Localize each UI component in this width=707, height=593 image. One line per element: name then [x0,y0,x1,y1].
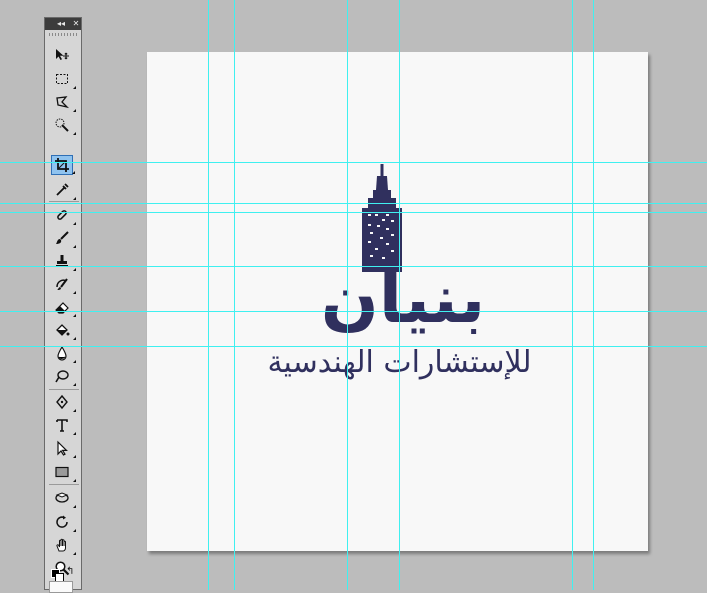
type-tool-icon [56,419,68,432]
brush-tool-icon [56,231,69,244]
dodge-tool-icon [55,370,69,383]
paint-bucket-tool-icon [56,324,70,336]
eyedropper-tool[interactable] [51,180,76,200]
paint-bucket-tool[interactable] [51,320,76,340]
swap-colors-icon[interactable]: ↰ [66,566,74,577]
horizontal-guide[interactable] [0,203,707,204]
lasso-tool-icon [56,96,70,109]
path-selection-tool-icon [57,440,68,456]
tools-separator [49,484,79,485]
rectangular-marquee-tool-icon [56,74,68,84]
tools-panel: ◂◂ ✕ ↰ [44,17,82,593]
quick-selection-tool[interactable] [51,115,76,135]
vertical-guide[interactable] [399,0,400,590]
vertical-guide[interactable] [208,0,209,590]
collapse-panel-icon[interactable]: ◂◂ [56,18,66,30]
eraser-tool[interactable] [51,297,76,317]
hand-tool-icon [56,538,66,552]
crop-tool-icon [55,158,69,172]
lasso-tool[interactable] [51,92,76,112]
quick-selection-tool-icon [55,118,69,132]
horizontal-guide[interactable] [0,212,707,213]
history-brush-tool[interactable] [51,274,76,294]
3d-rotate-tool[interactable] [51,488,76,508]
rectangle-shape-tool[interactable] [51,462,76,482]
spot-healing-brush-tool-icon [57,210,67,220]
3d-orbit-tool[interactable] [51,512,76,532]
tools-panel-titlebar[interactable]: ◂◂ ✕ [45,18,81,30]
panel-grip[interactable] [49,33,77,36]
rectangular-marquee-tool[interactable] [51,69,76,89]
horizontal-guide[interactable] [0,162,707,163]
type-tool[interactable] [51,415,76,435]
blur-tool-icon [57,345,67,361]
horizontal-guide[interactable] [0,346,707,347]
3d-orbit-tool-icon [56,515,68,528]
logo-wordmark: بنيان [320,260,488,339]
vertical-guide[interactable] [593,0,594,590]
close-panel-icon[interactable]: ✕ [71,18,81,30]
rectangle-shape-tool-icon [55,466,69,478]
pen-tool[interactable] [51,392,76,412]
move-tool-icon [56,49,69,60]
brush-tool[interactable] [51,228,76,248]
quick-mask-button[interactable] [49,581,73,593]
pen-tool-icon [56,394,68,410]
path-selection-tool[interactable] [51,438,76,458]
vertical-guide[interactable] [234,0,235,590]
vertical-guide[interactable] [572,0,573,590]
horizontal-guide[interactable] [0,311,707,312]
eraser-tool-icon [55,302,69,314]
history-brush-tool-icon [56,278,68,290]
eyedropper-tool-icon [56,183,69,196]
move-tool[interactable] [51,45,73,65]
dodge-tool[interactable] [51,366,76,386]
horizontal-guide[interactable] [0,266,707,267]
clone-stamp-tool[interactable] [51,251,76,271]
crop-tool[interactable] [51,155,75,175]
spot-healing-brush-tool[interactable] [51,205,76,225]
vertical-guide[interactable] [347,0,348,590]
hand-tool[interactable] [51,535,76,555]
3d-rotate-tool-icon [55,492,69,503]
tools-separator [49,201,79,202]
tools-separator [49,389,79,390]
